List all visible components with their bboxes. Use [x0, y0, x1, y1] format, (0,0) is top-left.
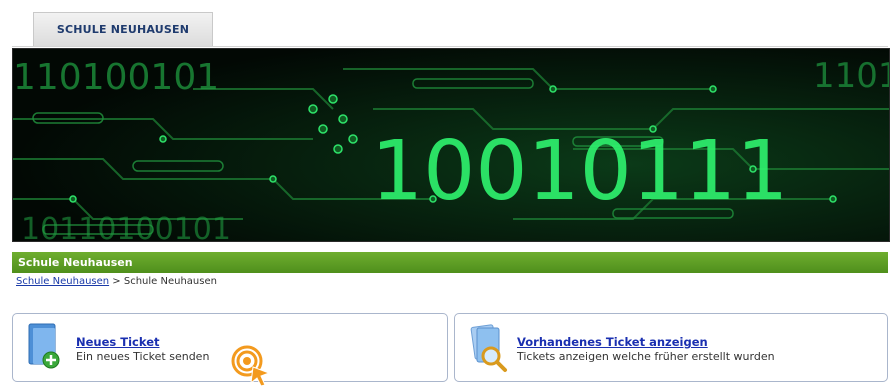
new-ticket-description: Ein neues Ticket senden	[76, 350, 210, 363]
circuit-banner-image: 110100101 10110100101 1101 10010111	[13, 49, 889, 241]
new-ticket-card[interactable]: Neues Ticket Ein neues Ticket senden	[12, 313, 448, 382]
banner-digits-top: 110100101	[13, 57, 219, 98]
breadcrumb-link-schule-neuhausen[interactable]: Schule Neuhausen	[16, 276, 109, 287]
existing-ticket-link[interactable]: Vorhandenes Ticket anzeigen	[517, 335, 708, 349]
banner-digits-bottom: 10110100101	[21, 212, 231, 241]
document-search-icon	[469, 322, 509, 378]
breadcrumb-separator: >	[109, 276, 124, 287]
header-banner: 110100101 10110100101 1101 10010111	[12, 48, 890, 242]
click-cursor-icon	[231, 343, 273, 391]
tab-schule-neuhausen[interactable]: SCHULE NEUHAUSEN	[33, 12, 213, 46]
breadcrumb-current: Schule Neuhausen	[123, 276, 217, 287]
document-add-icon	[27, 322, 63, 376]
section-title-bar: Schule Neuhausen	[12, 252, 888, 273]
section-title: Schule Neuhausen	[18, 256, 133, 269]
existing-ticket-card[interactable]: Vorhandenes Ticket anzeigen Tickets anze…	[454, 313, 888, 382]
banner-digits-top-right: 1101	[813, 56, 889, 96]
new-ticket-link[interactable]: Neues Ticket	[76, 335, 160, 349]
existing-ticket-description: Tickets anzeigen welche früher erstellt …	[517, 350, 775, 363]
banner-digits-large: 10010111	[371, 124, 788, 219]
tab-bar: SCHULE NEUHAUSEN	[12, 10, 888, 47]
breadcrumb: Schule Neuhausen > Schule Neuhausen	[16, 276, 217, 287]
